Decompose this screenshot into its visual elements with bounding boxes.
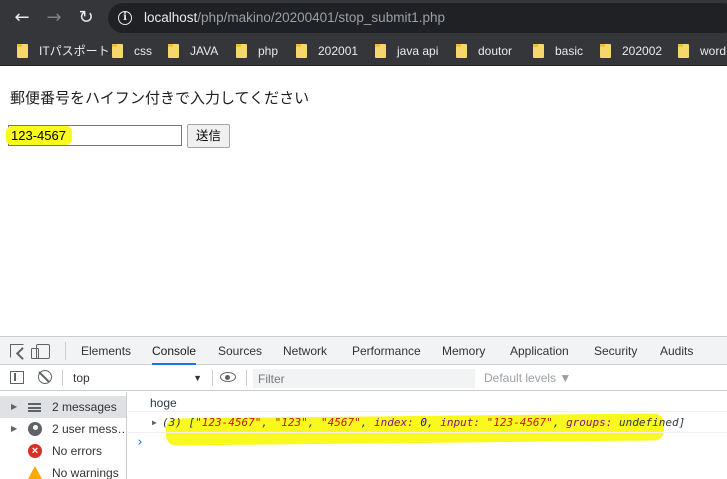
sidebar-item-warnings[interactable]: No warnings xyxy=(0,462,126,479)
tab-console[interactable]: Console xyxy=(152,337,197,365)
folder-icon xyxy=(17,44,28,58)
list-icon xyxy=(28,403,41,412)
expand-arrow-icon[interactable]: ▶ xyxy=(11,418,17,440)
tab-network[interactable]: Network xyxy=(283,337,327,365)
log-entry[interactable]: ▶ (3) ["123-4567", "123", "4567", index:… xyxy=(128,413,727,433)
tab-sources[interactable]: Sources xyxy=(218,337,262,365)
sidebar-toggle-icon[interactable] xyxy=(10,371,24,384)
divider xyxy=(246,370,247,386)
expand-arrow-icon[interactable]: ▶ xyxy=(152,418,157,427)
sidebar-item-errors[interactable]: × No errors xyxy=(0,440,126,462)
folder-icon xyxy=(678,44,689,58)
forward-arrow-icon[interactable]: → xyxy=(42,6,66,30)
warning-icon xyxy=(28,466,42,479)
tab-security[interactable]: Security xyxy=(594,337,637,365)
device-toolbar-icon[interactable] xyxy=(31,344,50,359)
eye-icon[interactable] xyxy=(220,372,236,382)
console-prompt-icon[interactable]: › xyxy=(136,435,144,450)
address-bar[interactable]: i localhost/php/makino/20200401/stop_sub… xyxy=(108,3,727,33)
log-entry: hoge xyxy=(128,392,727,412)
expand-arrow-icon[interactable]: ▶ xyxy=(11,396,17,418)
info-icon[interactable]: i xyxy=(118,11,132,25)
filter-input[interactable] xyxy=(253,369,475,388)
tab-elements[interactable]: Elements xyxy=(81,337,131,365)
context-select[interactable]: top ▼ xyxy=(68,368,208,388)
tab-application[interactable]: Application xyxy=(510,337,569,365)
sidebar-item-messages[interactable]: ▶ 2 messages xyxy=(0,396,126,418)
page-prompt: 郵便番号をハイフン付きで入力してください xyxy=(10,89,310,107)
reload-icon[interactable]: ↻ xyxy=(74,6,98,30)
console-sidebar: ▶ 2 messages ▶ 2 user mess… × No errors … xyxy=(0,392,127,479)
levels-select[interactable]: Default levels ▼ xyxy=(484,369,571,387)
folder-icon xyxy=(533,44,544,58)
devtools-panel: Elements Console Sources Network Perform… xyxy=(0,336,727,479)
folder-icon xyxy=(296,44,307,58)
divider xyxy=(212,370,213,386)
url-text[interactable]: localhost/php/makino/20200401/stop_submi… xyxy=(144,10,445,25)
inspect-element-icon[interactable] xyxy=(10,344,24,358)
array-output[interactable]: (3) ["123-4567", "123", "4567", index: 0… xyxy=(162,416,685,429)
caret-down-icon: ▼ xyxy=(193,373,202,383)
browser-toolbar: ← → ↻ i localhost/php/makino/20200401/st… xyxy=(0,0,727,36)
divider xyxy=(65,342,66,360)
error-icon: × xyxy=(28,444,42,458)
divider xyxy=(62,370,63,386)
tab-audits[interactable]: Audits xyxy=(660,337,693,365)
clear-console-icon[interactable] xyxy=(38,370,52,384)
zip-value: 123-4567 xyxy=(11,128,66,143)
folder-icon xyxy=(236,44,247,58)
folder-icon xyxy=(168,44,179,58)
user-icon xyxy=(28,422,42,436)
back-arrow-icon[interactable]: ← xyxy=(10,6,34,30)
tab-performance[interactable]: Performance xyxy=(352,337,421,365)
devtools-tabbar: Elements Console Sources Network Perform… xyxy=(0,337,727,365)
folder-icon xyxy=(600,44,611,58)
console-log: hoge ▶ (3) ["123-4567", "123", "4567", i… xyxy=(128,392,727,479)
folder-icon xyxy=(375,44,386,58)
folder-icon xyxy=(456,44,467,58)
submit-button[interactable]: 送信 xyxy=(187,124,230,148)
folder-icon xyxy=(112,44,123,58)
sidebar-item-user-messages[interactable]: ▶ 2 user mess… xyxy=(0,418,126,440)
console-toolbar: top▼ Default levels ▼ xyxy=(0,365,727,391)
tab-memory[interactable]: Memory xyxy=(442,337,485,365)
log-text: hoge xyxy=(150,396,177,410)
page-content: 郵便番号をハイフン付きで入力してください 123-4567 送信 xyxy=(0,67,727,335)
bookmarks-bar: ITパスポート css JAVA php 202001 java api dou… xyxy=(0,36,727,66)
